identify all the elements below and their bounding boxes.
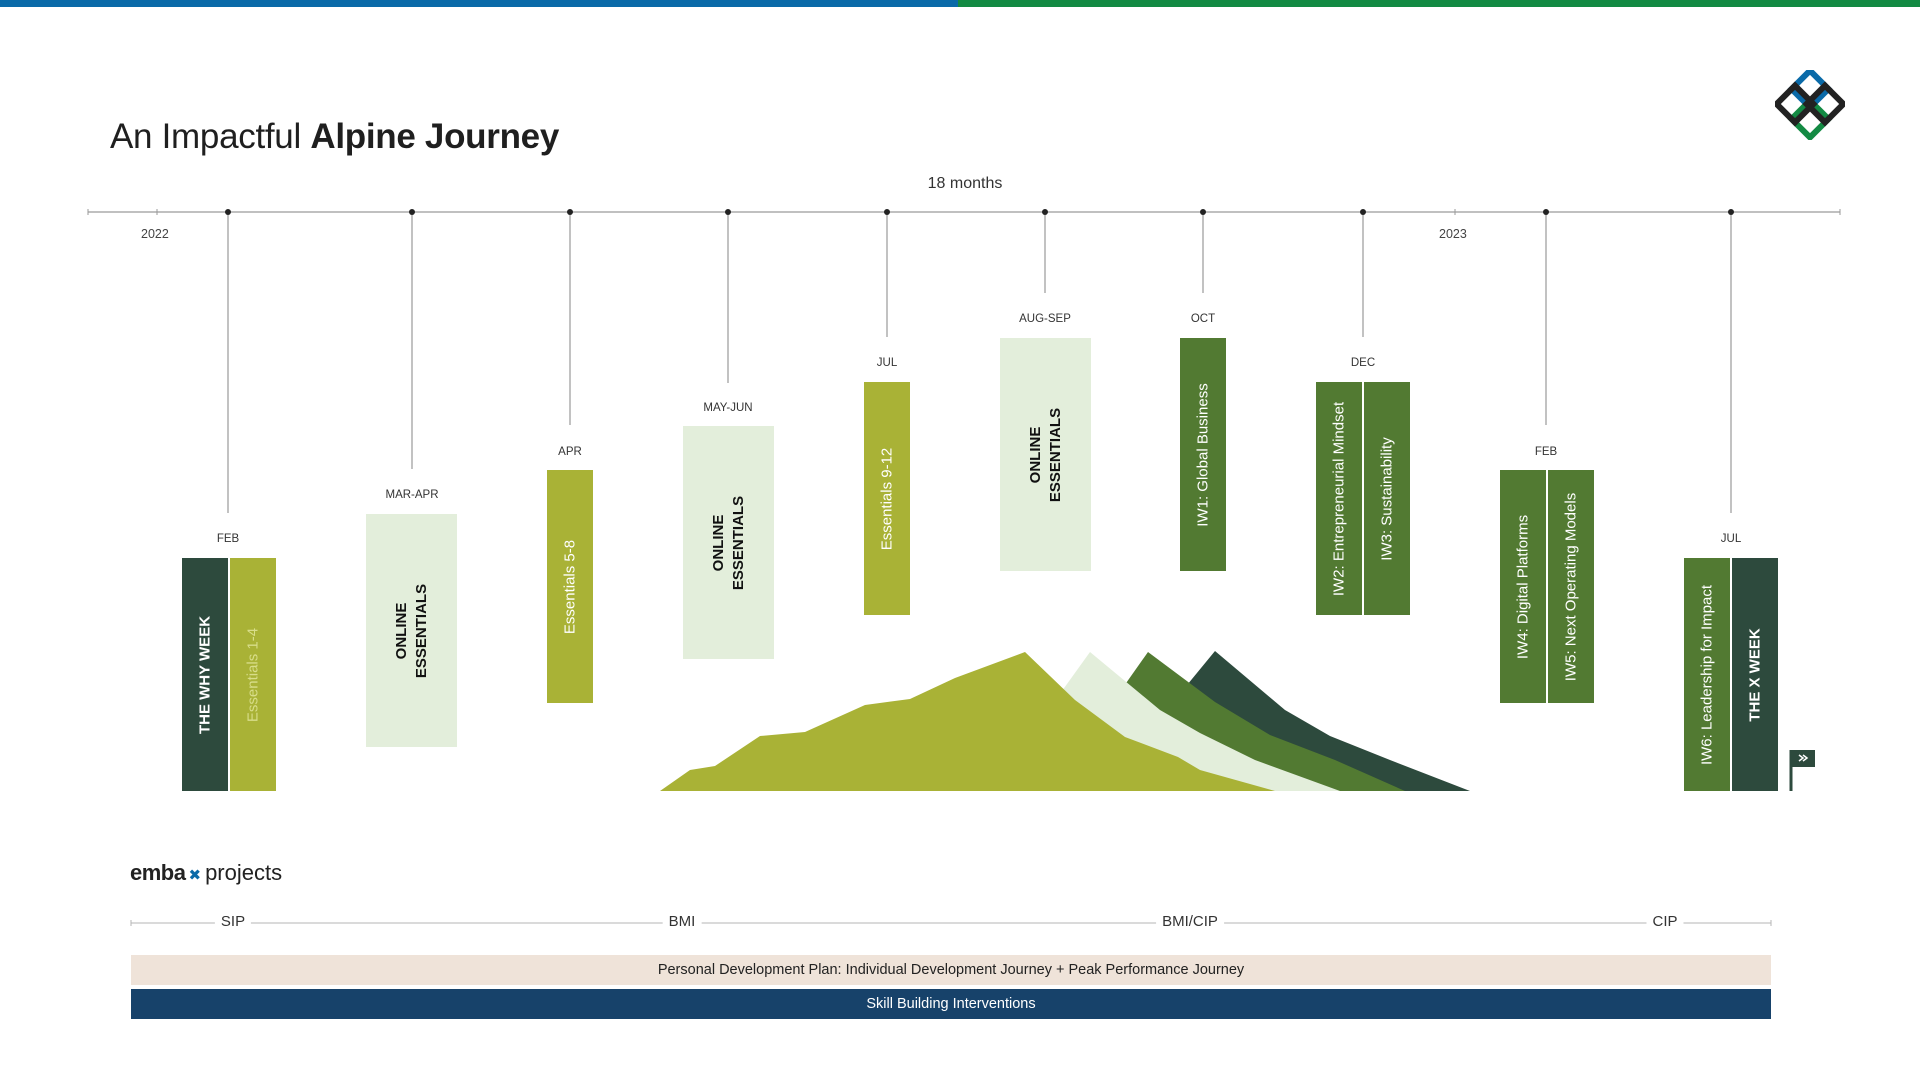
phase-label-cip: CIP — [1646, 913, 1684, 930]
personal-development-band: Personal Development Plan: Individual De… — [131, 955, 1771, 985]
phase-label-sip: SIP — [214, 913, 252, 930]
phase-label-bmi: BMI — [662, 913, 702, 930]
phase-axis — [130, 920, 1772, 926]
skill-building-band: Skill Building Interventions — [131, 989, 1771, 1019]
phase-label-bmi-cip: BMI/CIP — [1156, 913, 1224, 930]
